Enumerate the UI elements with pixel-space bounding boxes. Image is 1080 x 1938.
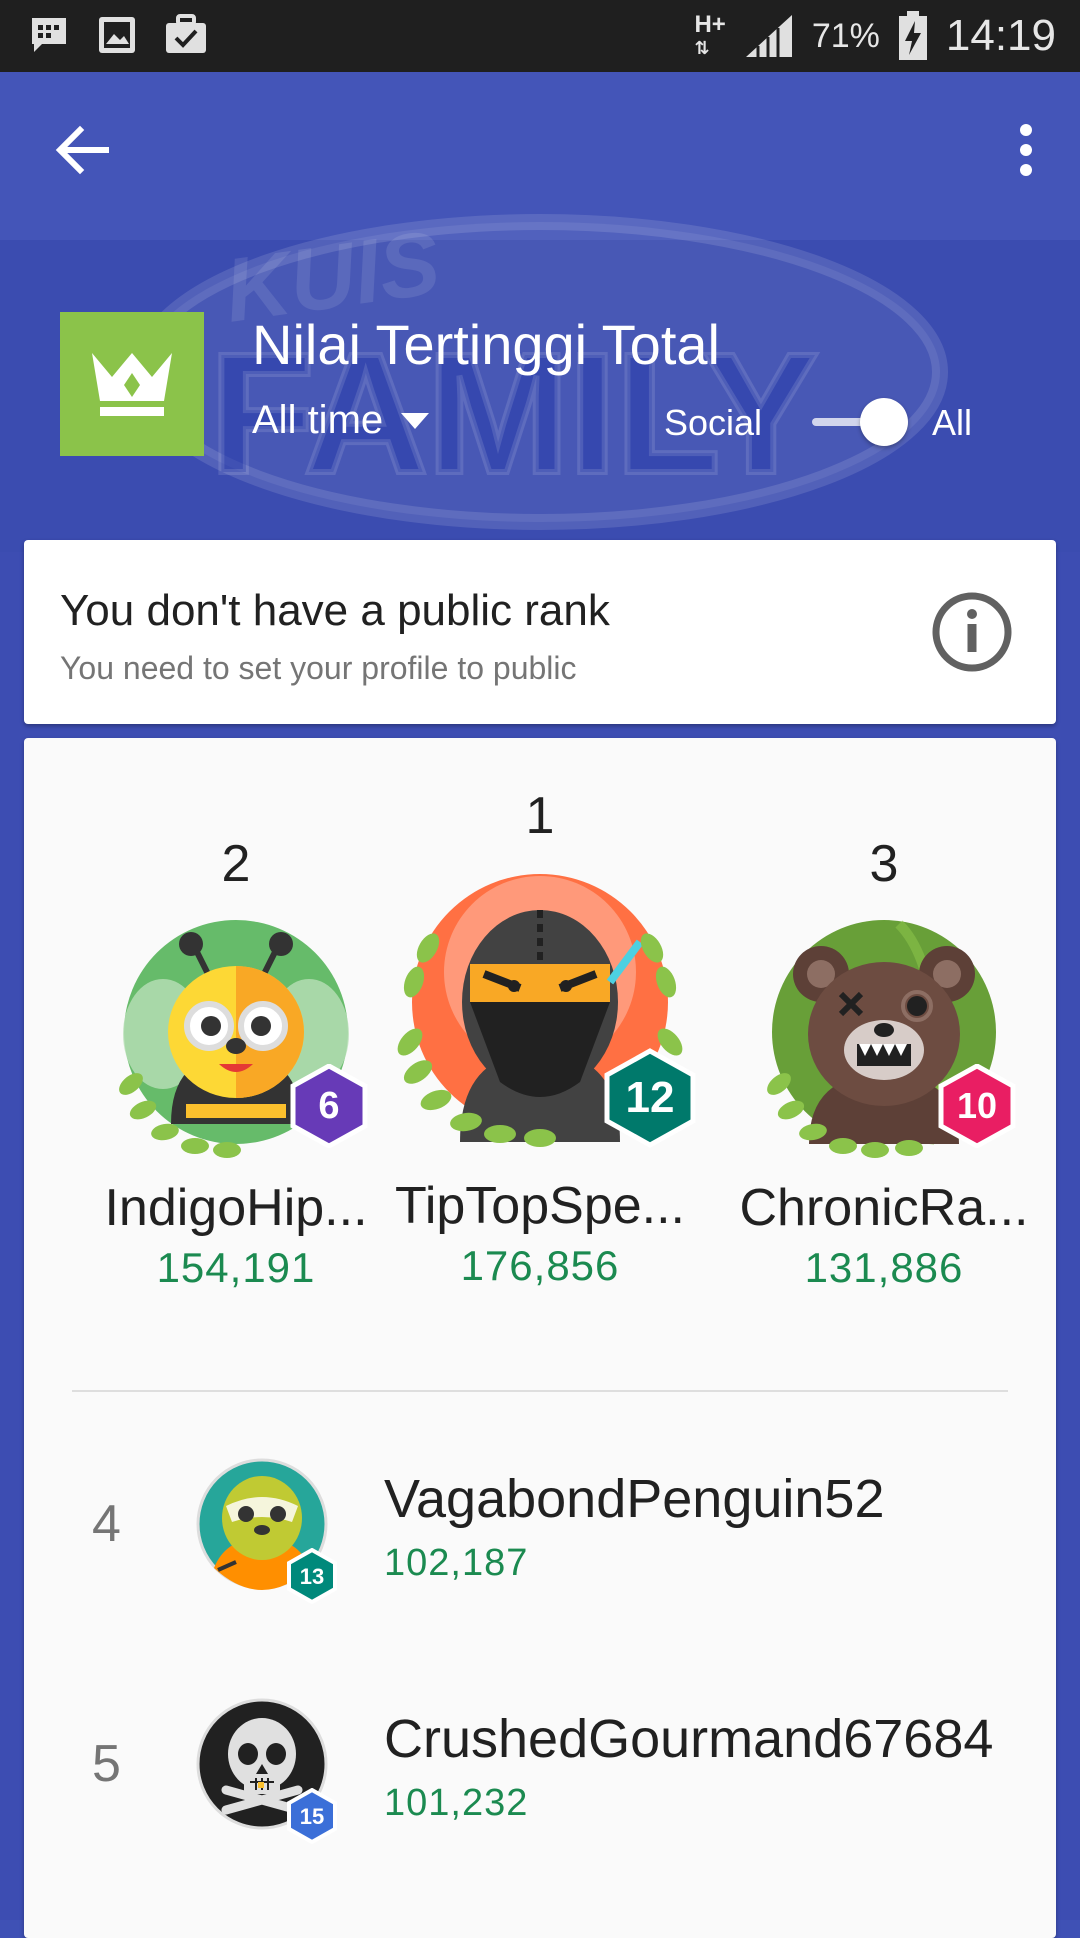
chat-icon (32, 18, 66, 52)
level-badge: 6 (290, 1064, 368, 1148)
arrow-back-icon (55, 125, 109, 175)
social-all-toggle[interactable] (808, 398, 908, 446)
battery-percent: 71% (811, 16, 880, 55)
player-score: 131,886 (804, 1244, 964, 1291)
leaderboard-icon-tile (60, 312, 204, 456)
player-score: 101,232 (384, 1782, 529, 1824)
leaderboard-header: KUIS FAMILY Nilai Tertinggi Total All ti… (0, 72, 1080, 552)
row-rank: 4 (92, 1495, 121, 1553)
level-badge: 12 (604, 1048, 696, 1148)
back-button[interactable] (50, 118, 114, 182)
podium-entry-1[interactable]: 1 12 TipTopSpe... 176,856 (380, 786, 700, 1290)
podium-rank: 2 (221, 835, 251, 893)
leaderboard-card: 2 6 IndigoHip... 154,191 1 12 TipTopSpe.… (24, 738, 1056, 1938)
avatar: 10 (749, 914, 1019, 1164)
toggle-label-social[interactable]: Social (664, 402, 762, 444)
player-name: TipTopSpe... (394, 1177, 685, 1235)
time-filter-label: All time (252, 398, 384, 442)
player-score: 102,187 (384, 1542, 529, 1584)
toggle-thumb[interactable] (860, 398, 908, 446)
toggle-label-all[interactable]: All (932, 402, 972, 444)
crown-icon (92, 353, 172, 416)
row-rank: 5 (92, 1735, 121, 1793)
image-icon (99, 17, 135, 53)
network-type: H+ ⇅ (694, 10, 726, 58)
svg-text:13: 13 (300, 1564, 324, 1589)
player-score: 176,856 (460, 1242, 620, 1289)
player-score: 154,191 (156, 1244, 316, 1291)
svg-text:15: 15 (300, 1804, 324, 1829)
player-name: VagabondPenguin52 (384, 1469, 885, 1529)
avatar: 12 (380, 862, 700, 1162)
podium-entry-3[interactable]: 3 10 ChronicRa... 131,886 (724, 834, 1044, 1292)
player-name: IndigoHip... (104, 1179, 368, 1237)
time-filter-dropdown[interactable]: All time (252, 398, 430, 443)
svg-text:12: 12 (626, 1073, 675, 1122)
more-options-button[interactable] (1002, 118, 1050, 182)
avatar: 6 (101, 914, 371, 1164)
level-badge: 13 (287, 1548, 337, 1604)
page-title: Nilai Tertinggi Total (252, 313, 720, 376)
podium-rank: 3 (869, 835, 899, 893)
status-bar: H+ ⇅ 71% 14:19 (0, 0, 1080, 72)
svg-text:6: 6 (318, 1085, 339, 1127)
briefcase-check-icon (166, 14, 206, 53)
dropdown-caret-icon (401, 412, 430, 429)
leaderboard-row[interactable]: 4 13 VagabondPenguin52 102,187 (24, 1446, 1056, 1606)
player-name: ChronicRa... (739, 1179, 1029, 1237)
info-icon[interactable] (930, 590, 1014, 674)
divider (72, 1390, 1008, 1392)
svg-text:10: 10 (957, 1085, 997, 1126)
more-vert-icon (1020, 124, 1032, 176)
leaderboard-row[interactable]: 5 15 CrushedGourmand67684 101,232 (24, 1686, 1056, 1846)
public-rank-subtitle: You need to set your profile to public (60, 650, 577, 686)
level-badge: 15 (287, 1788, 337, 1844)
player-name: CrushedGourmand67684 (384, 1709, 994, 1769)
level-badge: 10 (938, 1064, 1016, 1148)
battery-charging-icon (898, 11, 927, 60)
podium-entry-2[interactable]: 2 6 IndigoHip... 154,191 (76, 834, 396, 1292)
public-rank-card[interactable]: You don't have a public rank You need to… (24, 540, 1056, 724)
podium-rank: 1 (525, 787, 555, 845)
signal-icon (745, 15, 792, 57)
clock: 14:19 (945, 11, 1056, 60)
public-rank-title: You don't have a public rank (60, 586, 610, 635)
